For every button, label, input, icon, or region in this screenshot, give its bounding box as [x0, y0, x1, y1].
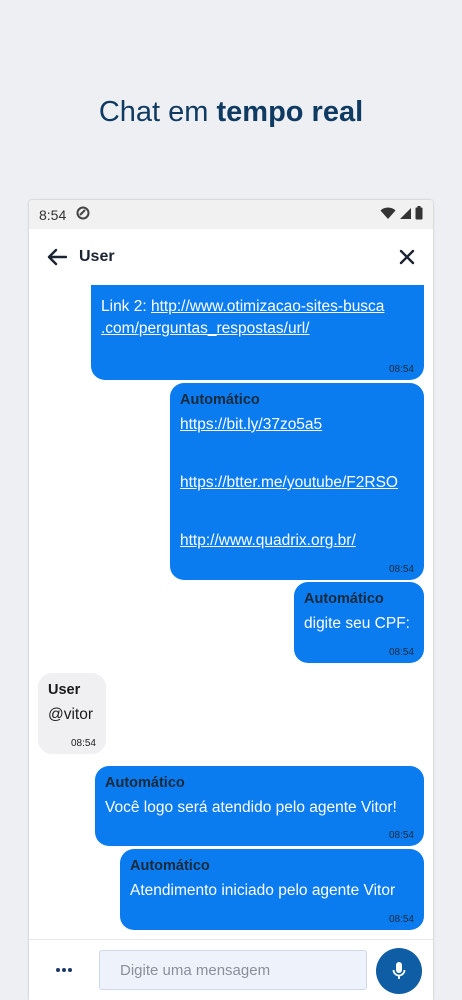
status-bar: 8:54 — [29, 200, 433, 229]
message-sender: Automático — [304, 591, 384, 607]
more-options-icon[interactable] — [29, 967, 99, 973]
message-bubble-link2: Link 2: http://www.otimizacao-sites-busc… — [91, 285, 424, 380]
message-text: https://bit.ly/37zo5a5 https://btter.me/… — [180, 414, 414, 552]
status-time: 8:54 — [39, 206, 67, 223]
message-bubble-links: Automático https://bit.ly/37zo5a5 https:… — [170, 383, 424, 580]
wifi-icon — [380, 207, 396, 223]
message-link[interactable]: http://www.otimizacao-sites-busca — [151, 298, 384, 315]
chat-messages[interactable]: Link 2: http://www.otimizacao-sites-busc… — [29, 285, 433, 939]
phone-frame: 8:54 User Link 2: http://www.otimizacao-… — [29, 200, 433, 1000]
signal-icon — [399, 207, 412, 223]
message-time: 08:54 — [388, 364, 414, 375]
status-icons — [380, 206, 423, 223]
back-arrow-icon[interactable] — [47, 248, 67, 266]
message-bubble-started: Automático Atendimento iniciado pelo age… — [120, 849, 424, 930]
message-sender: Automático — [105, 775, 185, 791]
message-sender: User — [48, 682, 81, 698]
close-icon[interactable] — [399, 249, 415, 265]
headline-part1: Chat em — [98, 96, 209, 128]
mic-button[interactable] — [376, 948, 422, 994]
message-time: 08:54 — [388, 830, 414, 841]
message-text: Atendimento iniciado pelo agente Vitor — [130, 882, 396, 899]
app-notification-icon — [76, 206, 90, 223]
message-composer — [29, 939, 433, 1000]
message-time: 08:54 — [388, 564, 414, 575]
message-time: 08:54 — [70, 738, 96, 749]
message-text: Link 2: http://www.otimizacao-sites-busc… — [101, 298, 385, 337]
message-input[interactable] — [99, 950, 367, 990]
message-text: Você logo será atendido pelo agente Vito… — [105, 799, 397, 816]
headline-part2: tempo real — [216, 96, 364, 128]
app-bar: User — [29, 229, 433, 285]
message-bubble-user: User @vitor 08:54 — [38, 673, 106, 754]
microphone-icon — [392, 961, 406, 981]
headline: Chat em tempo real — [0, 96, 462, 129]
message-time: 08:54 — [388, 647, 414, 658]
message-link[interactable]: https://bit.ly/37zo5a5 — [180, 416, 322, 433]
chat-title: User — [79, 248, 115, 265]
message-text: digite seu CPF: — [304, 615, 410, 632]
message-text: @vitor — [48, 706, 94, 723]
battery-icon — [415, 206, 423, 223]
message-bubble-cpf: Automático digite seu CPF: 08:54 — [294, 582, 424, 663]
message-time: 08:54 — [388, 914, 414, 925]
message-link[interactable]: https://btter.me/youtube/F2RSO — [180, 472, 398, 494]
message-link[interactable]: http://www.quadrix.org.br/ — [180, 530, 356, 552]
message-sender: Automático — [180, 392, 260, 408]
message-link[interactable]: .com/perguntas_respostas/url/ — [101, 320, 310, 337]
message-sender: Automático — [130, 858, 210, 874]
message-bubble-wait: Automático Você logo será atendido pelo … — [95, 766, 424, 846]
